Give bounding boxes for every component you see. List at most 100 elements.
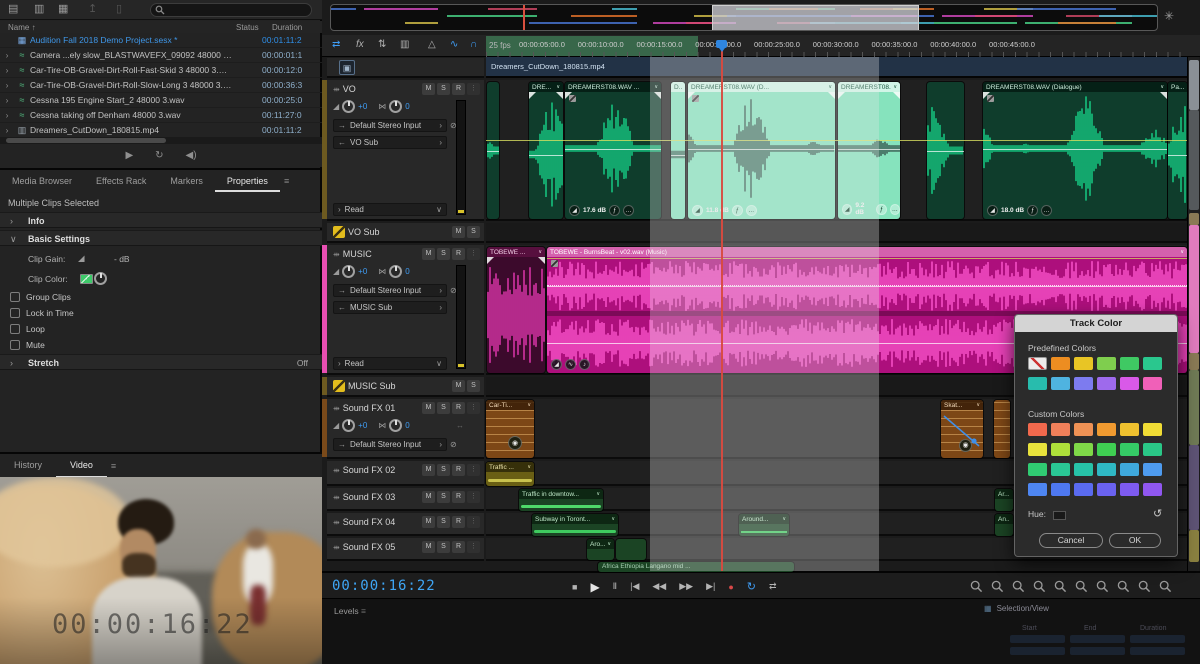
automation-mode-select[interactable]: ›Read∨ [333,203,447,216]
zoom-history-icon[interactable] [1159,580,1172,593]
tab-markers[interactable]: Markers [158,170,215,192]
fade-in-handle[interactable] [529,92,536,99]
custom-color-swatch[interactable] [1074,463,1093,476]
sfx-clip[interactable]: Traffic in downtow...∨ [519,489,603,511]
custom-color-swatch[interactable] [1051,423,1070,436]
predefined-color-swatch[interactable] [1028,357,1047,370]
arm-record-button[interactable]: R [452,248,465,260]
search-input[interactable] [150,3,312,17]
clip-volume-badge[interactable]: ◢ [551,359,562,370]
skip-to-end-button[interactable]: ▶| [706,581,715,592]
track-drag-icon[interactable]: ⇻ [333,250,340,259]
move-tool-icon[interactable]: ⇄ [332,39,340,50]
auto-play-speaker-icon[interactable]: ◀) [186,150,197,161]
clip-menu-icon[interactable]: ∨ [611,516,615,522]
input-routing-select[interactable]: →Default Stereo Input› [333,284,447,297]
custom-color-swatch[interactable] [1120,483,1139,496]
hue-input[interactable] [1053,511,1066,520]
skip-to-start-button[interactable]: |◀ [630,581,639,592]
audio-clip[interactable]: DRE...∨ [529,82,563,219]
predefined-color-swatch[interactable] [1074,357,1093,370]
checkbox-box[interactable] [10,324,20,334]
track-more-button[interactable]: ⋮ [467,541,480,553]
clip-menu-icon[interactable]: ∨ [782,516,786,522]
zoom-navigator[interactable] [330,4,1158,31]
section-basic-settings[interactable]: ∨ Basic Settings [0,230,322,246]
custom-color-swatch[interactable] [1028,423,1047,436]
track-drag-icon[interactable]: ⇻ [333,493,340,502]
sfx-clip[interactable]: Africa Ethiopia Langano mid ... [598,562,794,572]
clip-fx-badge[interactable]: ƒ [1027,205,1038,216]
track-name[interactable]: Sound FX 05 [343,542,396,552]
custom-color-swatch[interactable] [1051,463,1070,476]
track-name[interactable]: Sound FX 01 [343,403,396,413]
mute-button[interactable]: M [422,248,435,260]
arm-record-button[interactable]: R [452,464,465,476]
track-name[interactable]: MUSIC Sub [348,381,396,391]
clip-comment-badge[interactable]: … [1041,205,1052,216]
sfx-clip[interactable]: Subway in Toront...∨ [532,514,618,536]
output-routing-select[interactable]: ←VO Sub› [333,136,447,149]
open-folder-icon[interactable]: ▤ [8,2,18,15]
timeline-vscrollbar[interactable] [1187,57,1199,571]
checkbox-lock-in-time[interactable]: Lock in Time [10,308,74,318]
clip-volume-badge[interactable]: ◢ [842,204,852,215]
tab-media-browser[interactable]: Media Browser [0,170,84,192]
crossfade-icon[interactable]: ∿ [450,39,458,50]
ok-button[interactable]: OK [1109,533,1161,548]
file-row[interactable]: ›≈Cessna 195 Engine Start_2 48000 3.wav0… [0,93,322,108]
track-drag-icon[interactable]: ⇻ [333,466,340,475]
track-more-button[interactable]: ⋮ [467,491,480,503]
custom-color-swatch[interactable] [1074,423,1093,436]
fade-out-handle[interactable] [893,92,900,99]
custom-color-swatch[interactable] [1143,443,1162,456]
track-more-button[interactable]: ⋮ [467,248,480,260]
predefined-color-swatch[interactable] [1028,377,1047,390]
audio-clip[interactable] [927,82,964,219]
sfx-clip[interactable]: Skat...∨◉ [941,400,983,458]
dialog-title[interactable]: Track Color [1015,315,1177,332]
pan-knob[interactable] [389,100,402,113]
stop-button[interactable]: ■ [572,582,577,592]
fade-in-handle[interactable] [838,92,845,99]
solo-button[interactable]: S [437,491,450,503]
play-button[interactable]: ▶ [590,580,599,594]
upload-icon[interactable]: ↥ [88,2,97,15]
media-icon[interactable]: ▦ [58,2,68,15]
clip-volume-badge[interactable]: ◢ [692,205,703,216]
sfx-clip[interactable]: An... [995,514,1013,536]
predefined-color-swatch[interactable] [1120,357,1139,370]
arm-record-button[interactable]: R [452,402,465,414]
arm-record-button[interactable]: R [452,541,465,553]
file-row[interactable]: ›▥Dreamers_CutDown_180815.mp400:01:11:2 [0,123,322,138]
mute-button[interactable]: M [422,491,435,503]
custom-color-swatch[interactable] [1074,483,1093,496]
section-info[interactable]: › Info [0,212,322,228]
predefined-color-swatch[interactable] [1051,357,1070,370]
column-duration[interactable]: Duration [272,23,302,32]
volume-knob[interactable] [342,100,355,113]
clip-volume-badge[interactable]: ◉ [508,436,522,450]
music-volume-envelope[interactable] [547,285,1187,286]
tab-video[interactable]: Video [56,453,107,478]
levels-panel-tab[interactable]: Levels ≡ [334,606,366,616]
files-hscrollbar[interactable] [0,137,322,144]
custom-color-swatch[interactable] [1051,483,1070,496]
column-status[interactable]: Status [236,23,259,32]
zoom-out-time-icon[interactable] [991,580,1004,593]
video-track-icon[interactable]: ▣ [339,60,355,75]
zoom-in-time-icon[interactable] [970,580,983,593]
tab-effects-rack[interactable]: Effects Rack [84,170,158,192]
volume-knob[interactable] [342,265,355,278]
import-icon[interactable]: ▥ [34,2,44,15]
zoom-full-icon[interactable] [1117,580,1130,593]
tab-properties[interactable]: Properties [215,170,280,192]
monitor-icon[interactable]: ∩ [470,39,477,50]
clip-fx-badge[interactable]: ƒ [876,204,886,215]
track-drag-icon[interactable]: ⇻ [333,404,340,413]
hue-reset-icon[interactable]: ↺ [1153,507,1162,520]
fade-out-handle[interactable] [828,92,835,99]
mute-button[interactable]: M [452,380,465,392]
audio-clip[interactable]: DREAMERST08.WAV (D...∨◢11.8 dBƒ… [688,82,835,219]
track-name[interactable]: Sound FX 04 [343,517,396,527]
